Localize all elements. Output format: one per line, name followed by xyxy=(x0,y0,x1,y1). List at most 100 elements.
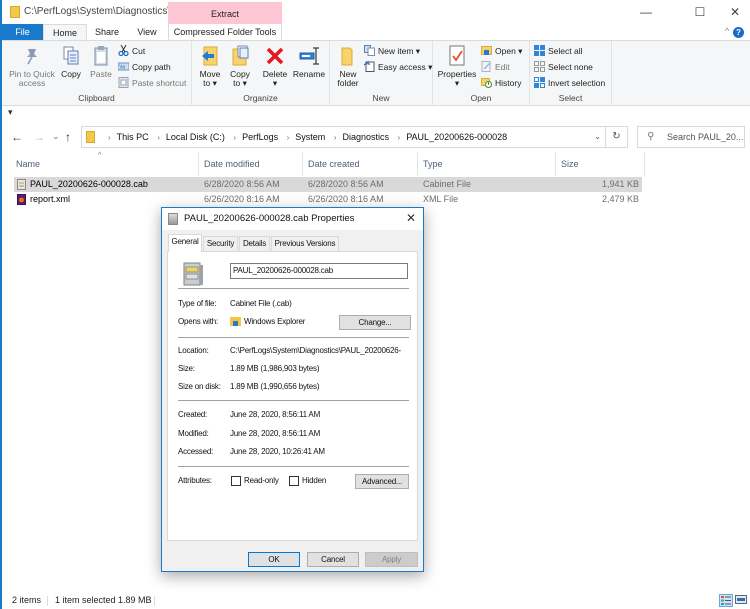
folder-icon xyxy=(10,6,20,18)
file-name-input[interactable]: PAUL_20200626-000028.cab xyxy=(230,263,408,279)
open-group-label: Open xyxy=(470,93,492,103)
quick-access-toolbar: ▾ xyxy=(2,107,750,121)
back-button[interactable]: ← xyxy=(11,130,23,144)
column-header-date-created[interactable]: Date created xyxy=(308,159,360,177)
dialog-tab-details[interactable]: Details xyxy=(239,236,270,251)
type-of-file-label: Type of file: xyxy=(178,299,217,308)
xml-file-icon xyxy=(17,194,26,205)
breadcrumb-this-pc[interactable]: This PC xyxy=(117,132,149,142)
select-none-button[interactable]: Select none xyxy=(534,60,593,74)
file-row[interactable]: report.xml 6/26/2020 8:16 AM 6/26/2020 8… xyxy=(14,192,642,207)
dialog-close-button[interactable]: ✕ xyxy=(406,211,416,225)
recent-locations-button[interactable]: ⌄ xyxy=(52,131,60,142)
dialog-title: PAUL_20200626-000028.cab Properties xyxy=(184,213,355,224)
tab-home[interactable]: Home xyxy=(43,24,87,40)
general-tab-panel: PAUL_20200626-000028.cab Type of file: C… xyxy=(167,251,418,541)
breadcrumb-diagnostics[interactable]: Diagnostics xyxy=(343,132,390,142)
breadcrumb-perflogs[interactable]: PerfLogs xyxy=(242,132,278,142)
new-item-button[interactable]: New item ▾ xyxy=(364,44,420,58)
invert-selection-button[interactable]: Invert selection xyxy=(534,76,605,90)
change-button[interactable]: Change... xyxy=(339,315,411,330)
minimize-button[interactable]: — xyxy=(631,4,661,20)
search-icon: ⚲ xyxy=(647,131,655,142)
maximize-button[interactable]: ☐ xyxy=(685,4,715,20)
tab-view[interactable]: View xyxy=(127,24,167,40)
cab-file-icon xyxy=(168,213,178,225)
breadcrumb-local-disk[interactable]: Local Disk (C:) xyxy=(166,132,225,142)
file-date-created: 6/26/2020 8:16 AM xyxy=(308,194,384,204)
new-folder-button[interactable]: New folder xyxy=(334,45,362,88)
address-dropdown-button[interactable]: ⌄ xyxy=(594,132,601,141)
apply-button[interactable]: Apply xyxy=(365,552,418,567)
refresh-button[interactable]: ↻ xyxy=(605,127,627,147)
dialog-tab-previous-versions[interactable]: Previous Versions xyxy=(271,236,339,251)
modified-label: Modified: xyxy=(178,429,209,438)
move-to-button[interactable]: Move to ▾ xyxy=(196,45,224,88)
file-type: XML File xyxy=(423,194,459,204)
cut-button[interactable]: Cut xyxy=(118,44,145,58)
help-icon[interactable]: ? xyxy=(733,27,744,38)
rename-button[interactable]: Rename xyxy=(292,45,326,79)
search-box[interactable]: ⚲ Search PAUL_20... xyxy=(637,126,745,148)
column-header-type[interactable]: Type xyxy=(423,159,443,177)
large-icons-view-button[interactable] xyxy=(735,594,749,607)
status-bar: 2 items 1 item selected 1.89 MB xyxy=(2,592,750,609)
read-only-checkbox[interactable] xyxy=(231,476,241,486)
ribbon-tabs: File Home Share View Compressed Folder T… xyxy=(2,24,750,40)
cancel-button[interactable]: Cancel xyxy=(307,552,359,567)
details-view-button[interactable] xyxy=(719,594,733,607)
organize-group-label: Organize xyxy=(243,93,278,103)
easy-access-button[interactable]: Easy access ▾ xyxy=(363,60,432,74)
paste-button[interactable]: Paste xyxy=(88,45,114,79)
tab-file[interactable]: File xyxy=(2,24,43,40)
easy-access-icon xyxy=(363,61,375,73)
copy-button[interactable]: Copy xyxy=(58,45,84,79)
copy-path-button[interactable]: \\a Copy path xyxy=(117,60,171,74)
copy-to-button[interactable]: Copy to ▾ xyxy=(226,45,254,88)
select-all-button[interactable]: Select all xyxy=(534,44,583,58)
tab-compressed-folder-tools[interactable]: Compressed Folder Tools xyxy=(168,24,282,40)
collapse-ribbon-button[interactable]: ^ xyxy=(725,26,729,36)
customize-qat-button[interactable]: ▾ xyxy=(8,107,13,118)
hidden-checkbox[interactable] xyxy=(289,476,299,486)
tab-share[interactable]: Share xyxy=(87,24,127,40)
new-group-label: New xyxy=(372,93,390,103)
sort-indicator: ^ xyxy=(98,152,102,159)
up-button[interactable]: ↑ xyxy=(65,130,71,144)
title-bar: C:\PerfLogs\System\Diagnostics\... Extra… xyxy=(2,0,750,24)
paste-shortcut-button[interactable]: Paste shortcut xyxy=(118,76,186,90)
pin-to-quick-access-button[interactable]: Pin to Quick access xyxy=(6,45,58,88)
file-row[interactable]: PAUL_20200626-000028.cab 6/28/2020 8:56 … xyxy=(14,177,642,192)
size-label: Size: xyxy=(178,364,195,373)
edit-button[interactable]: Edit xyxy=(481,60,510,74)
opens-with-value: Windows Explorer xyxy=(230,317,305,327)
rename-icon xyxy=(299,45,319,67)
dialog-tab-security[interactable]: Security xyxy=(203,236,238,251)
delete-button[interactable]: Delete ▾ xyxy=(260,45,290,88)
breadcrumb-paul-folder[interactable]: PAUL_20200626-000028 xyxy=(406,132,507,142)
ok-button[interactable]: OK xyxy=(248,552,300,567)
breadcrumb-system[interactable]: System xyxy=(295,132,325,142)
column-header-name[interactable]: Name xyxy=(16,159,40,177)
advanced-button[interactable]: Advanced... xyxy=(355,474,409,489)
contextual-tab-header-extract[interactable]: Extract xyxy=(168,2,282,24)
file-name: report.xml xyxy=(30,194,71,204)
attributes-label: Attributes: xyxy=(178,476,212,485)
read-only-label[interactable]: Read-only xyxy=(244,476,279,485)
close-button[interactable]: ✕ xyxy=(720,4,750,20)
properties-dialog: PAUL_20200626-000028.cab Properties ✕ Ge… xyxy=(161,207,424,572)
dialog-tab-general[interactable]: General xyxy=(168,234,202,252)
properties-button[interactable]: Properties ▾ xyxy=(437,45,477,88)
edit-icon xyxy=(481,61,492,73)
history-button[interactable]: History xyxy=(481,76,521,90)
address-bar[interactable]: › This PC › Local Disk (C:) › PerfLogs › Sys… xyxy=(81,126,628,148)
column-header-date-modified[interactable]: Date modified xyxy=(204,159,260,177)
clipboard-group-label: Clipboard xyxy=(78,93,115,103)
open-button[interactable]: Open ▾ xyxy=(481,44,522,58)
copy-to-icon xyxy=(230,45,250,67)
forward-button[interactable]: → xyxy=(33,130,45,144)
hidden-label[interactable]: Hidden xyxy=(302,476,326,485)
column-header-size[interactable]: Size xyxy=(561,159,579,177)
large-icons-view-icon xyxy=(735,595,747,604)
item-count: 2 items xyxy=(12,595,42,605)
